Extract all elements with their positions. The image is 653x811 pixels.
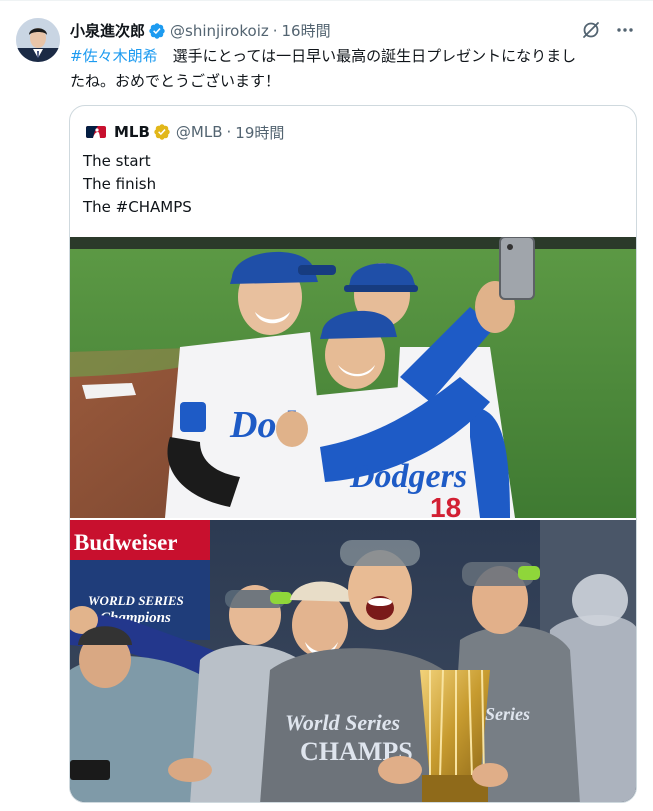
grok-icon-graphic xyxy=(583,22,599,38)
more-dots-graphic xyxy=(617,28,633,32)
quote-text: The start The finish The #CHAMPS xyxy=(83,150,192,219)
tweet-text: #佐々木朗希 選手にとっては一日早い最高の誕生日プレゼントになりまし たね。おめ… xyxy=(70,44,635,94)
grok-icon[interactable] xyxy=(581,20,601,40)
photo-selfie[interactable]: Dodgers Dodgers 18 xyxy=(70,237,636,518)
author-handle[interactable]: @shinjirokoiz xyxy=(170,21,269,41)
svg-text:Series: Series xyxy=(485,704,530,724)
separator-dot: · xyxy=(272,22,278,40)
photo-celebration-image: Budweiser WORLD SERIES Champions World S… xyxy=(70,520,636,802)
quote-author-handle[interactable]: @MLB xyxy=(176,123,223,141)
quoted-tweet-card[interactable]: MLB @MLB · 19時間 The start The finish The… xyxy=(69,105,637,803)
quote-time[interactable]: 19時間 xyxy=(235,122,284,143)
mlb-logo-icon xyxy=(86,126,106,138)
hashtag-link[interactable]: #佐々木朗希 xyxy=(70,47,158,65)
quote-text-line: The finish xyxy=(83,175,157,193)
avatar[interactable] xyxy=(16,18,60,62)
banner-text: Budweiser xyxy=(74,530,178,555)
avatar-image xyxy=(16,18,60,62)
tweet-text-line1: 選手にとっては一日早い最高の誕生日プレゼントになりまし xyxy=(157,47,577,65)
tweet-time[interactable]: 16時間 xyxy=(282,21,331,41)
quote-separator-dot: · xyxy=(226,123,232,141)
svg-text:Dodgers: Dodgers xyxy=(349,458,467,495)
gold-verified-badge-icon xyxy=(154,124,170,140)
tweet-header: 小泉進次郎 @shinjirokoiz · 16時間 xyxy=(70,20,633,42)
svg-text:World Series: World Series xyxy=(285,710,400,735)
photo-selfie-image: Dodgers Dodgers 18 xyxy=(70,237,636,518)
author-name[interactable]: 小泉進次郎 xyxy=(70,21,145,41)
svg-text:WORLD SERIES: WORLD SERIES xyxy=(88,593,184,608)
tweet-text-line2: たね。おめでとうございます！ xyxy=(70,72,281,90)
verified-badge-icon xyxy=(149,23,165,39)
more-icon[interactable] xyxy=(615,20,635,40)
quote-text-line: The #CHAMPS xyxy=(83,198,192,216)
svg-text:18: 18 xyxy=(430,492,461,518)
quote-text-line: The start xyxy=(83,152,151,170)
top-divider xyxy=(0,0,653,1)
quote-author-name[interactable]: MLB xyxy=(114,123,150,141)
quote-header: MLB @MLB · 19時間 xyxy=(86,122,284,142)
photo-celebration[interactable]: Budweiser WORLD SERIES Champions World S… xyxy=(70,520,636,802)
header-actions xyxy=(581,20,635,40)
